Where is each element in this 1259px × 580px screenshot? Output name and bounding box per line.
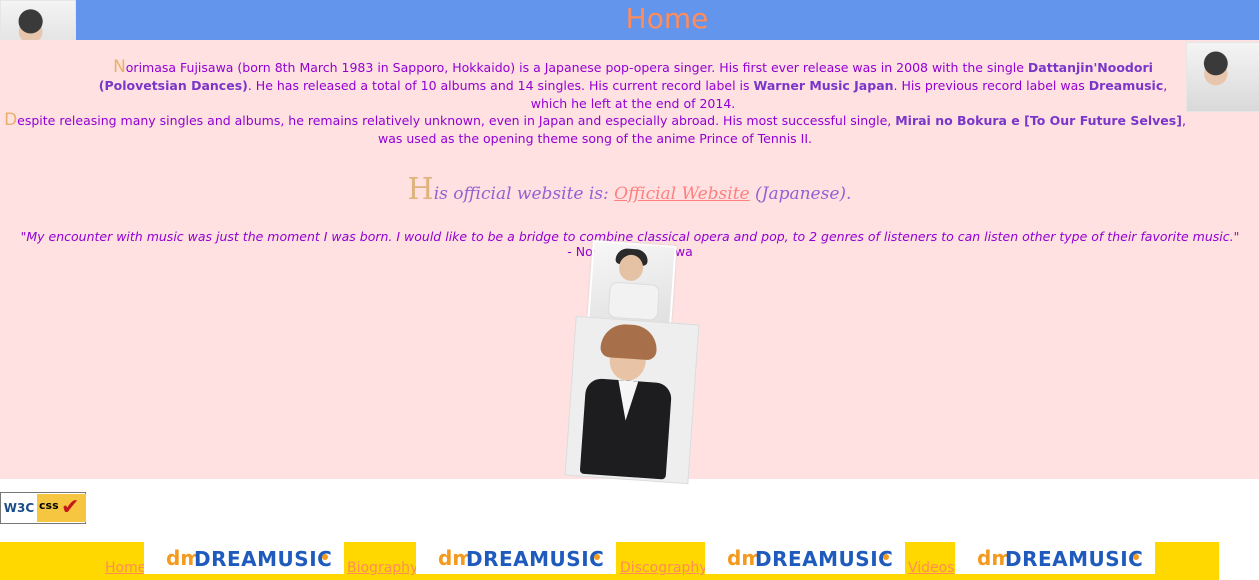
badge-frame: W3C css ✔	[0, 492, 86, 524]
official-text: (Japanese).	[749, 184, 852, 204]
official-website-link[interactable]: Official Website	[614, 184, 749, 204]
logo-dot-icon	[883, 554, 889, 560]
artist-photo-small	[587, 240, 677, 326]
label-name: Dreamusic	[1088, 78, 1164, 93]
dreamusic-wordmark: DREAMUSIC	[1005, 547, 1144, 571]
logo-dot-icon	[594, 554, 600, 560]
dreamusic-logo: dm DREAMUSIC	[144, 542, 344, 574]
header-bar: Home	[75, 0, 1259, 40]
bottom-nav: Home dm DREAMUSIC Biography dm DREAMUSIC…	[0, 542, 1219, 580]
intro-paragraph-2: Despite releasing many singles and album…	[0, 111, 1190, 148]
single-title: Mirai no Bokura e [To Our Future Selves]	[895, 113, 1182, 128]
w3c-css-badge[interactable]: W3C css ✔	[0, 492, 86, 524]
intro-paragraph-1: Norimasa Fujisawa (born 8th March 1983 i…	[88, 58, 1178, 113]
intro-text: orimasa Fujisawa (born 8th March 1983 in…	[125, 60, 1028, 75]
logo-dot-icon	[1133, 554, 1139, 560]
quote-text: "My encounter with music was just the mo…	[20, 229, 1240, 244]
label-name: Warner Music Japan	[753, 78, 894, 93]
w3c-logo: W3C	[2, 494, 36, 522]
logo-dot-icon	[322, 554, 328, 560]
dropcap-h: H	[407, 172, 434, 207]
dreamusic-wordmark: DREAMUSIC	[466, 547, 605, 571]
dreamusic-wordmark: DREAMUSIC	[194, 547, 333, 571]
page-title: Home	[625, 2, 709, 35]
intro-text: espite releasing many singles and albums…	[17, 113, 896, 128]
official-text: is official website is:	[433, 184, 615, 204]
artist-photo-large	[564, 315, 700, 485]
nav-home-link[interactable]: Home	[105, 560, 146, 576]
dreamusic-logo: dm DREAMUSIC	[955, 542, 1155, 574]
dropcap-d: D	[4, 110, 18, 130]
dreamusic-logo: dm DREAMUSIC	[416, 542, 616, 574]
nav-videos-link[interactable]: Videos	[908, 560, 955, 576]
dreamusic-logo: dm DREAMUSIC	[705, 542, 905, 574]
dreamusic-wordmark: DREAMUSIC	[755, 547, 894, 571]
intro-text: . His previous record label was	[893, 78, 1089, 93]
dropcap-n: N	[113, 57, 126, 77]
nav-biography-link[interactable]: Biography	[347, 560, 418, 576]
checkmark-icon: ✔	[61, 495, 80, 520]
intro-text: . He has released a total of 10 albums a…	[247, 78, 754, 93]
side-thumbnail-photo	[1186, 42, 1259, 112]
nav-discography-link[interactable]: Discography	[620, 560, 708, 576]
official-website-line: His official website is: Official Websit…	[0, 172, 1259, 207]
